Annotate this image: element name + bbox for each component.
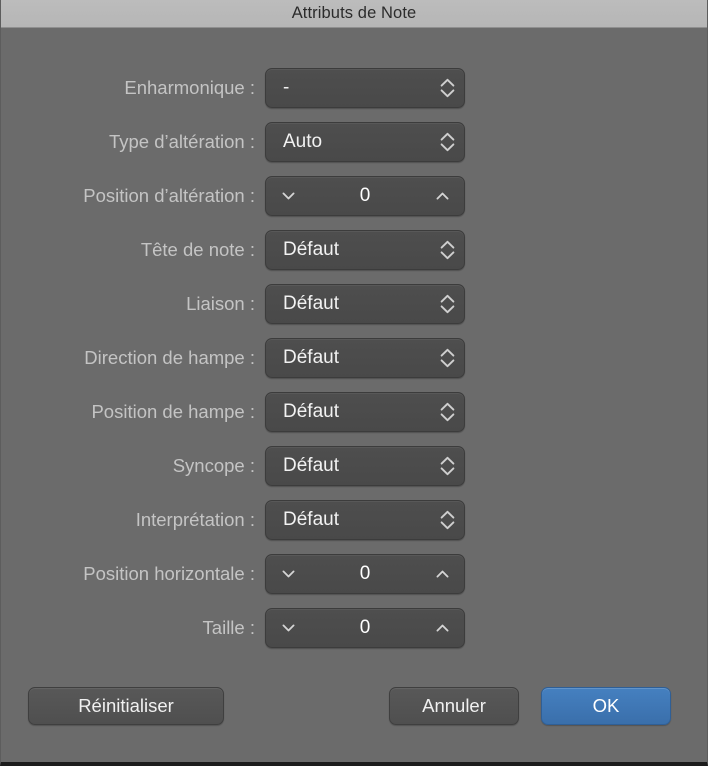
chevron-down-icon — [282, 624, 295, 632]
popup-value-interpretation: Défaut — [283, 509, 339, 530]
chevron-up-icon — [436, 624, 449, 632]
popup-button-interpretation[interactable]: Défaut — [265, 500, 465, 540]
chevron-up-down-icon — [430, 456, 464, 476]
popup-button-syncope[interactable]: Défaut — [265, 446, 465, 486]
popup-value-direction-de-hampe: Défaut — [283, 347, 339, 368]
dialog-window: Attributs de Note Enharmonique : - Type d’… — [0, 0, 708, 766]
dialog-footer: Réinitialiser Annuler OK — [1, 687, 707, 725]
stepper-decrement-taille[interactable] — [266, 609, 310, 647]
popup-button-direction-de-hampe[interactable]: Défaut — [265, 338, 465, 378]
popup-value-liaison: Défaut — [283, 293, 339, 314]
form-row-syncope: Syncope : Défaut — [1, 446, 707, 486]
stepper-increment-taille[interactable] — [420, 609, 464, 647]
chevron-up-down-icon — [430, 510, 464, 530]
stepper-value-taille: 0 — [359, 617, 371, 638]
popup-value-tete-de-note: Défaut — [283, 239, 339, 260]
popup-value-syncope: Défaut — [283, 455, 339, 476]
form-row-tete-de-note: Tête de note : Défaut — [1, 230, 707, 270]
chevron-up-down-icon — [430, 402, 464, 422]
label-taille: Taille : — [202, 617, 255, 638]
label-enharmonique: Enharmonique : — [124, 77, 255, 98]
cancel-button[interactable]: Annuler — [389, 687, 519, 725]
form-row-interpretation: Interprétation : Défaut — [1, 500, 707, 540]
form-row-direction-de-hampe: Direction de hampe : Défaut — [1, 338, 707, 378]
popup-button-enharmonique[interactable]: - — [265, 68, 465, 108]
stepper-value-position-horizontale: 0 — [359, 563, 371, 584]
stepper-increment-position-horizontale[interactable] — [420, 555, 464, 593]
popup-value-enharmonique: - — [283, 77, 290, 98]
label-liaison: Liaison : — [186, 293, 255, 314]
form-row-type-d-alteration: Type d’altération : Auto — [1, 122, 707, 162]
label-syncope: Syncope : — [172, 455, 255, 476]
label-interpretation: Interprétation : — [135, 509, 255, 530]
popup-button-liaison[interactable]: Défaut — [265, 284, 465, 324]
form-row-position-d-alteration: Position d’altération : 0 — [1, 176, 707, 216]
popup-value-position-de-hampe: Défaut — [283, 401, 339, 422]
stepper-decrement-position-d-alteration[interactable] — [266, 177, 310, 215]
popup-value-type-d-alteration: Auto — [283, 131, 323, 152]
chevron-down-icon — [282, 192, 295, 200]
chevron-up-down-icon — [430, 348, 464, 368]
label-tete-de-note: Tête de note : — [140, 239, 255, 260]
ok-button[interactable]: OK — [541, 687, 671, 725]
chevron-up-down-icon — [430, 240, 464, 260]
chevron-up-down-icon — [430, 78, 464, 98]
popup-button-position-de-hampe[interactable]: Défaut — [265, 392, 465, 432]
label-type-d-alteration: Type d’altération : — [108, 131, 255, 152]
attributes-form: Enharmonique : - Type d’altération : Auto Po… — [1, 28, 707, 648]
stepper-increment-position-d-alteration[interactable] — [420, 177, 464, 215]
form-row-enharmonique: Enharmonique : - — [1, 68, 707, 108]
form-row-position-horizontale: Position horizontale : 0 — [1, 554, 707, 594]
chevron-up-icon — [436, 570, 449, 578]
label-position-de-hampe: Position de hampe : — [91, 401, 255, 422]
popup-button-tete-de-note[interactable]: Défaut — [265, 230, 465, 270]
form-row-liaison: Liaison : Défaut — [1, 284, 707, 324]
label-position-horizontale: Position horizontale : — [83, 563, 255, 584]
form-row-taille: Taille : 0 — [1, 608, 707, 648]
form-row-position-de-hampe: Position de hampe : Défaut — [1, 392, 707, 432]
reset-button[interactable]: Réinitialiser — [28, 687, 224, 725]
stepper-taille[interactable]: 0 — [265, 608, 465, 648]
chevron-up-down-icon — [430, 132, 464, 152]
label-direction-de-hampe: Direction de hampe : — [84, 347, 255, 368]
window-title: Attributs de Note — [291, 4, 417, 22]
chevron-down-icon — [282, 570, 295, 578]
stepper-decrement-position-horizontale[interactable] — [266, 555, 310, 593]
chevron-up-icon — [436, 192, 449, 200]
stepper-position-d-alteration[interactable]: 0 — [265, 176, 465, 216]
popup-button-type-d-alteration[interactable]: Auto — [265, 122, 465, 162]
title-bar[interactable]: Attributs de Note — [1, 0, 707, 28]
stepper-value-position-d-alteration: 0 — [359, 185, 371, 206]
label-position-d-alteration: Position d’altération : — [83, 185, 255, 206]
chevron-up-down-icon — [430, 294, 464, 314]
stepper-position-horizontale[interactable]: 0 — [265, 554, 465, 594]
